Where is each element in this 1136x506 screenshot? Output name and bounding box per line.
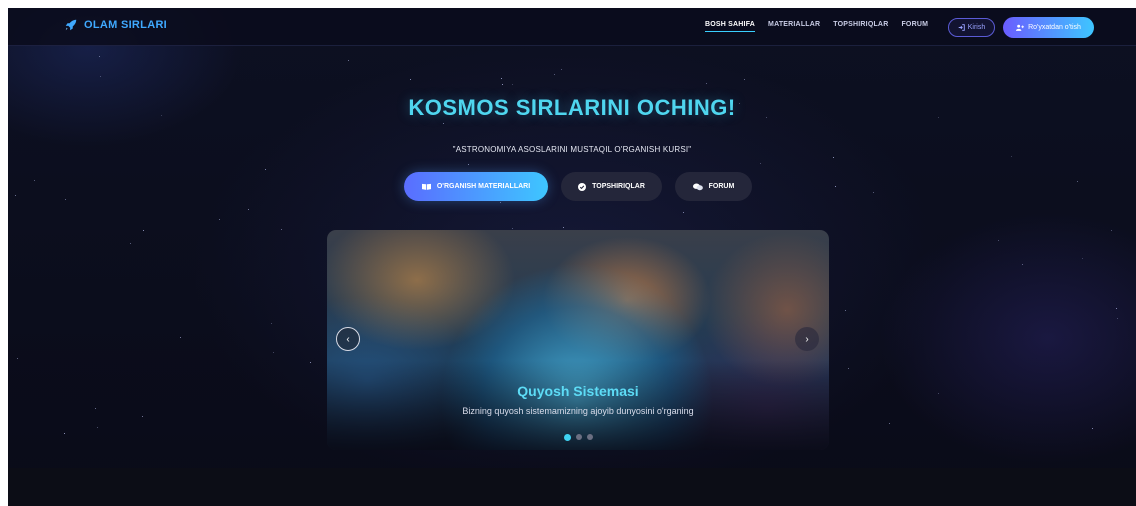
star xyxy=(100,76,101,77)
hero-subtitle: "ASTRONOMIYA ASOSLARINI MUSTAQIL O'RGANI… xyxy=(452,145,692,154)
star xyxy=(683,212,684,213)
page-background: OLAM SIRLARI BOSH SAHIFA MATERIALLAR TOP… xyxy=(8,8,1136,506)
star xyxy=(554,74,555,75)
carousel-next-button[interactable]: › xyxy=(795,327,819,351)
star xyxy=(1092,428,1093,429)
star xyxy=(34,180,35,181)
comments-icon xyxy=(692,183,703,190)
star xyxy=(561,69,562,70)
star xyxy=(65,199,66,200)
rocket-icon xyxy=(65,19,77,31)
nav-link-home[interactable]: BOSH SAHIFA xyxy=(705,21,756,32)
carousel-dot-1[interactable] xyxy=(563,433,571,441)
star xyxy=(64,433,65,434)
materials-button-label: O'RGANISH MATERIALLARI xyxy=(436,183,531,190)
carousel-indicators xyxy=(327,433,829,441)
star xyxy=(310,362,311,363)
star xyxy=(97,427,98,428)
nav-link-forum[interactable]: FORUM xyxy=(901,21,928,28)
login-button[interactable]: Kirish xyxy=(948,18,995,37)
hero-title: KOSMOS SIRLARINI OCHING! xyxy=(408,95,736,120)
star xyxy=(1077,181,1078,182)
star xyxy=(1011,156,1012,157)
star xyxy=(281,229,282,230)
star xyxy=(1022,264,1023,265)
tasks-button[interactable]: TOPSHIRIQLAR xyxy=(561,172,662,201)
carousel-dot-3[interactable] xyxy=(586,434,593,440)
brand-logo[interactable]: OLAM SIRLARI xyxy=(64,18,167,32)
star xyxy=(271,323,272,324)
star xyxy=(563,227,564,228)
login-label: Kirish xyxy=(967,24,986,31)
star xyxy=(998,240,999,241)
star xyxy=(502,84,503,85)
star xyxy=(1111,230,1112,231)
star xyxy=(142,416,143,417)
star xyxy=(180,337,181,338)
star xyxy=(706,83,707,84)
forum-button-label: FORUM xyxy=(708,183,735,190)
star xyxy=(744,79,745,80)
star xyxy=(848,368,849,369)
star xyxy=(1082,258,1083,259)
star xyxy=(835,186,836,187)
star xyxy=(348,60,349,61)
carousel-prev-button[interactable]: ‹ xyxy=(336,327,360,351)
image-carousel: ‹ › Quyosh Sistemasi Bizning quyosh sist… xyxy=(327,230,829,450)
star xyxy=(130,243,131,244)
register-label: Ro'yxatdan o'tish xyxy=(1028,24,1081,31)
star xyxy=(15,195,16,196)
star xyxy=(99,56,100,57)
star xyxy=(500,202,501,203)
chevron-right-icon: › xyxy=(805,333,809,345)
star xyxy=(889,423,890,424)
star xyxy=(501,78,502,79)
star xyxy=(273,352,274,353)
user-plus-icon xyxy=(1016,24,1025,31)
star xyxy=(95,408,96,409)
nav-links: BOSH SAHIFA MATERIALLAR TOPSHIRIQLAR FOR… xyxy=(705,21,928,32)
star xyxy=(219,219,220,220)
book-icon xyxy=(421,183,431,190)
star xyxy=(512,84,513,85)
nav-link-materials[interactable]: MATERIALLAR xyxy=(768,21,820,28)
materials-button[interactable]: O'RGANISH MATERIALLARI xyxy=(404,172,548,201)
star xyxy=(938,393,939,394)
star xyxy=(1117,318,1118,319)
navbar: OLAM SIRLARI BOSH SAHIFA MATERIALLAR TOP… xyxy=(8,8,1136,46)
check-circle-icon xyxy=(578,182,587,191)
slide-title: Quyosh Sistemasi xyxy=(517,383,639,399)
star xyxy=(265,169,266,170)
brand-name: OLAM SIRLARI xyxy=(84,19,168,31)
slide-description: Bizning quyosh sistemamizning ajoyib dun… xyxy=(462,406,694,416)
star xyxy=(443,123,444,124)
star xyxy=(468,164,469,165)
star xyxy=(512,228,513,229)
star xyxy=(760,163,761,164)
star xyxy=(845,310,846,311)
star xyxy=(248,209,249,210)
chevron-left-icon: ‹ xyxy=(346,333,350,345)
star xyxy=(873,192,874,193)
forum-button[interactable]: FORUM xyxy=(675,172,752,201)
carousel-dot-2[interactable] xyxy=(575,434,582,440)
tasks-button-label: TOPSHIRIQLAR xyxy=(592,183,645,190)
star xyxy=(410,79,411,80)
sign-in-icon xyxy=(958,24,965,31)
star xyxy=(17,358,18,359)
nav-link-tasks[interactable]: TOPSHIRIQLAR xyxy=(833,21,888,28)
star xyxy=(833,157,834,158)
star xyxy=(1116,308,1117,309)
page-footer-strip xyxy=(8,468,1136,506)
register-button[interactable]: Ro'yxatdan o'tish xyxy=(1003,17,1094,38)
star xyxy=(143,230,144,231)
